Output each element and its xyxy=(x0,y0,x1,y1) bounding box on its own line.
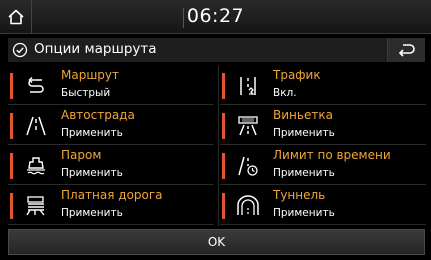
accent-bar xyxy=(222,113,225,139)
option-label: Автострада xyxy=(61,108,135,122)
check-circle-icon xyxy=(12,42,28,58)
page-title: Опции маршрута xyxy=(34,41,157,57)
option-value: Применить xyxy=(61,167,123,179)
ferry-icon xyxy=(27,157,45,175)
option-time-limit[interactable]: Лимит по времени Применить xyxy=(220,146,426,185)
back-arrow-icon xyxy=(398,44,415,57)
option-value: Применить xyxy=(273,167,335,179)
option-traffic[interactable]: Трафик Вкл. xyxy=(220,66,426,105)
option-toll-road[interactable]: Платная дорога Применить xyxy=(8,186,214,225)
option-value: Применить xyxy=(61,207,123,219)
clock: 06:27 xyxy=(186,5,245,27)
ok-button[interactable]: OK xyxy=(8,229,425,255)
column-divider xyxy=(218,66,219,226)
title-bar: Опции маршрута xyxy=(8,38,425,62)
option-value: Применить xyxy=(273,207,335,219)
option-value: Быстрый xyxy=(61,87,111,99)
accent-bar xyxy=(10,193,13,219)
option-label: Маршрут xyxy=(61,68,120,82)
accent-bar xyxy=(222,73,225,99)
accent-bar xyxy=(10,153,13,179)
option-label: Лимит по времени xyxy=(273,148,391,162)
route-icon xyxy=(28,76,44,93)
accent-bar xyxy=(222,153,225,179)
accent-bar xyxy=(10,73,13,99)
option-highway[interactable]: Автострада Применить xyxy=(8,106,214,145)
option-label: Платная дорога xyxy=(61,188,163,202)
back-button[interactable] xyxy=(387,38,425,62)
status-bar: 06:27 xyxy=(0,0,431,34)
option-label: Паром xyxy=(61,148,102,162)
option-value: Применить xyxy=(273,127,335,139)
option-ferry[interactable]: Паром Применить xyxy=(8,146,214,185)
toll-road-icon xyxy=(26,196,45,216)
time-limit-icon xyxy=(238,156,258,176)
accent-bar xyxy=(222,193,225,219)
option-route[interactable]: Маршрут Быстрый xyxy=(8,66,214,105)
option-value: Вкл. xyxy=(273,87,297,99)
option-vignette[interactable]: Виньетка Применить xyxy=(220,106,426,145)
option-tunnel[interactable]: Туннель Применить xyxy=(220,186,426,225)
traffic-icon xyxy=(240,77,256,95)
vignette-icon xyxy=(238,116,258,136)
highway-icon xyxy=(26,116,46,136)
route-options-grid: Маршрут Быстрый Трафик Вкл. Автострада П… xyxy=(8,66,426,226)
option-label: Виньетка xyxy=(273,108,333,122)
tunnel-icon xyxy=(237,195,259,215)
option-label: Трафик xyxy=(273,68,321,82)
option-value: Применить xyxy=(61,127,123,139)
accent-bar xyxy=(10,113,13,139)
option-label: Туннель xyxy=(273,188,326,202)
